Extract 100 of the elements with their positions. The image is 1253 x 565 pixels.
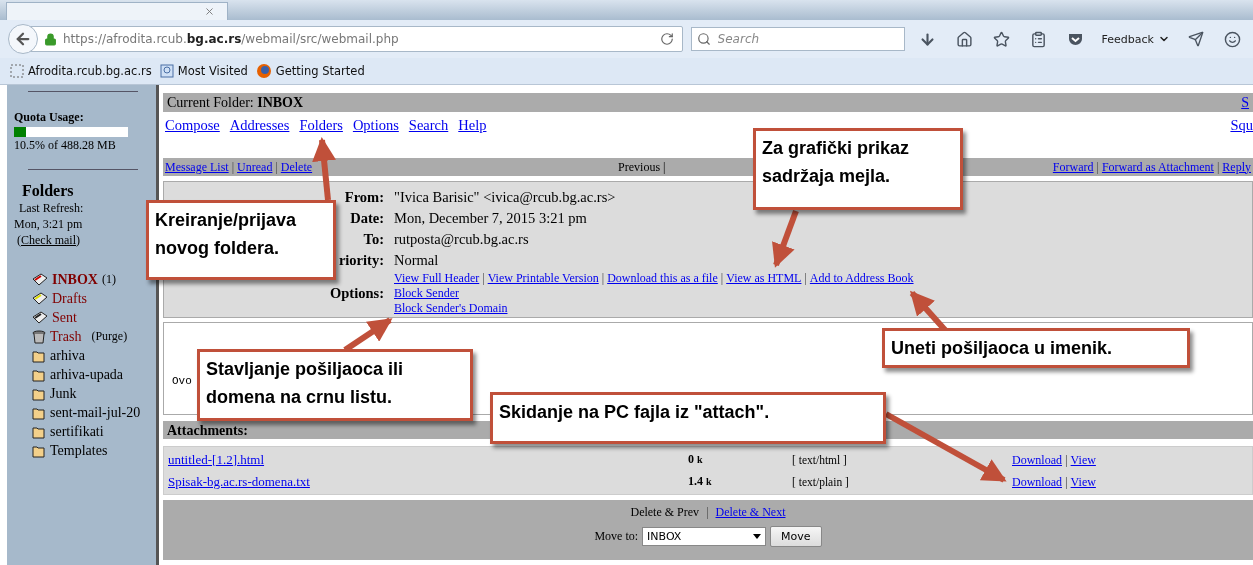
url-text: https://afrodita.rcub.bg.ac.rs/webmail/src/webmail.php xyxy=(63,32,400,46)
delete-next-link[interactable]: Delete & Next xyxy=(715,505,786,520)
download-icon[interactable] xyxy=(918,30,936,48)
folder-link[interactable]: Sent xyxy=(52,309,77,326)
search-field[interactable]: Search xyxy=(690,27,905,51)
folder-select[interactable]: INBOX xyxy=(642,527,767,546)
move-label: Move to: xyxy=(594,529,639,544)
move-button[interactable]: Move xyxy=(770,526,822,547)
address-bar[interactable]: https://afrodita.rcub.bg.ac.rs/webmail/src/webmail.php xyxy=(10,26,683,52)
header-label: Options: xyxy=(330,286,384,301)
folder-link[interactable]: INBOX xyxy=(52,271,98,288)
back-button[interactable] xyxy=(8,24,38,54)
separator: | xyxy=(231,159,235,175)
folder-link[interactable]: arhiva xyxy=(50,347,85,364)
menu-link[interactable]: Addresses xyxy=(229,117,290,158)
menu-link[interactable]: Compose xyxy=(165,117,220,158)
purge-link[interactable]: (Purge) xyxy=(91,329,128,344)
home-icon[interactable] xyxy=(955,30,973,48)
folder-icon xyxy=(32,348,46,363)
menu-link[interactable]: Search xyxy=(408,117,449,158)
bookmark-link[interactable]: Afrodita.rcub.bg.ac.rs xyxy=(10,64,152,78)
header-label: From: xyxy=(344,188,384,207)
refresh-label: Last Refresh: xyxy=(19,201,84,215)
header-label: Date: xyxy=(350,209,384,228)
toolbar-link[interactable]: Forward xyxy=(1052,159,1094,175)
header-value: rutposta@rcub.bg.ac.rs xyxy=(394,230,530,249)
header-value: Normal xyxy=(394,251,440,270)
annotation-callout: Kreiranje/prijava novog foldera. xyxy=(146,200,336,280)
folder-link[interactable]: Drafts xyxy=(52,290,87,307)
option-link[interactable]: Block Sender xyxy=(394,286,459,301)
menu-link[interactable]: Folders xyxy=(299,117,343,158)
separator: | xyxy=(706,505,709,520)
separator: | xyxy=(275,159,278,175)
annotation-callout: Stavljanje pošiljaoca ili domena na crnu listu. xyxy=(197,349,473,421)
header-label: riority: xyxy=(338,251,384,270)
page-icon xyxy=(10,64,24,78)
toolbar-link[interactable]: Unread xyxy=(237,159,273,175)
header-value: Mon, December 7, 2015 3:21 pm xyxy=(394,209,588,228)
folder-link[interactable]: Templates xyxy=(50,442,108,459)
delete-prev-text: Delete & Prev xyxy=(630,505,700,520)
file-size: 0 k xyxy=(688,452,704,467)
smiley-icon[interactable] xyxy=(1224,30,1241,48)
file-size: 1.4 k xyxy=(688,474,713,489)
list-icon[interactable] xyxy=(1029,30,1047,48)
annotation-callout: Skidanje na PC fajla iz "attach". xyxy=(490,392,886,444)
toolbar-link[interactable]: Delete xyxy=(280,159,313,175)
toolbar-link[interactable]: Reply xyxy=(1222,159,1251,175)
separator: | xyxy=(482,271,485,286)
toolbar-link[interactable]: Message List xyxy=(165,159,229,175)
folder-icon xyxy=(32,443,46,458)
folder-icon xyxy=(32,405,46,420)
separator: | xyxy=(601,271,605,286)
attachment-link[interactable]: untitled-[1.2].html xyxy=(168,451,265,467)
paren: ( xyxy=(17,233,21,247)
check-mail-link[interactable]: Check mail xyxy=(21,233,76,247)
bookmark-link[interactable]: Getting Started xyxy=(255,63,365,79)
option-link[interactable]: View Printable Version xyxy=(487,271,599,286)
attachment-action-link[interactable]: View xyxy=(1070,474,1096,489)
quota-label: Quota Usage: xyxy=(14,110,85,125)
reload-icon[interactable] xyxy=(659,32,674,46)
star-icon[interactable] xyxy=(992,30,1010,48)
separator: | xyxy=(1065,473,1068,489)
mail-tray-icon xyxy=(32,310,48,325)
separator: | xyxy=(1216,159,1220,175)
search-icon xyxy=(696,32,711,46)
close-icon[interactable] xyxy=(204,6,215,17)
folder-icon xyxy=(32,386,46,401)
sign-out-link[interactable]: S xyxy=(1241,94,1249,111)
folder-link[interactable]: sent-mail-jul-20 xyxy=(50,404,141,421)
send-icon[interactable] xyxy=(1188,31,1204,47)
feedback-button[interactable]: Feedback xyxy=(1097,32,1174,46)
separator: | xyxy=(1096,159,1099,175)
mail-tray-icon xyxy=(32,291,48,306)
annotation-arrow xyxy=(312,137,337,201)
annotation-callout: Uneti pošiljaoca u imenik. xyxy=(882,328,1190,368)
folder-link[interactable]: Junk xyxy=(50,385,77,402)
attachment-link[interactable]: Spisak-bg.ac.rs-domena.txt xyxy=(168,473,310,489)
option-link[interactable]: View Full Header xyxy=(394,271,480,286)
paren: ) xyxy=(76,233,80,247)
option-link[interactable]: View as HTML xyxy=(726,271,802,286)
menu-link[interactable]: Options xyxy=(352,117,399,158)
menu-link[interactable]: Help xyxy=(458,117,487,158)
bookmark-link[interactable]: Most Visited xyxy=(159,64,248,78)
toolbar-link[interactable]: Forward as Attachment xyxy=(1101,159,1214,175)
browser-logo-icon xyxy=(255,63,272,79)
app-link[interactable]: Squ xyxy=(1230,117,1253,158)
option-link[interactable]: Add to Address Book xyxy=(809,271,914,286)
refresh-time: Mon, 3:21 pm xyxy=(14,217,83,231)
option-link[interactable]: Block Sender's Domain xyxy=(394,301,508,316)
option-link[interactable]: Download this as a file xyxy=(607,271,718,286)
attachment-action-link[interactable]: Download xyxy=(1012,474,1062,489)
folder-link[interactable]: sertifikati xyxy=(50,423,104,440)
attachment-action-link[interactable]: Download xyxy=(1012,452,1062,467)
previous-text: Previous | xyxy=(618,159,666,175)
annotation-arrow xyxy=(772,209,799,268)
attachment-action-link[interactable]: View xyxy=(1070,452,1096,467)
trash-can-icon xyxy=(32,329,46,344)
folder-icon xyxy=(32,424,46,439)
folder-link[interactable]: arhiva-upada xyxy=(50,366,124,383)
folder-link[interactable]: Trash xyxy=(50,328,82,345)
